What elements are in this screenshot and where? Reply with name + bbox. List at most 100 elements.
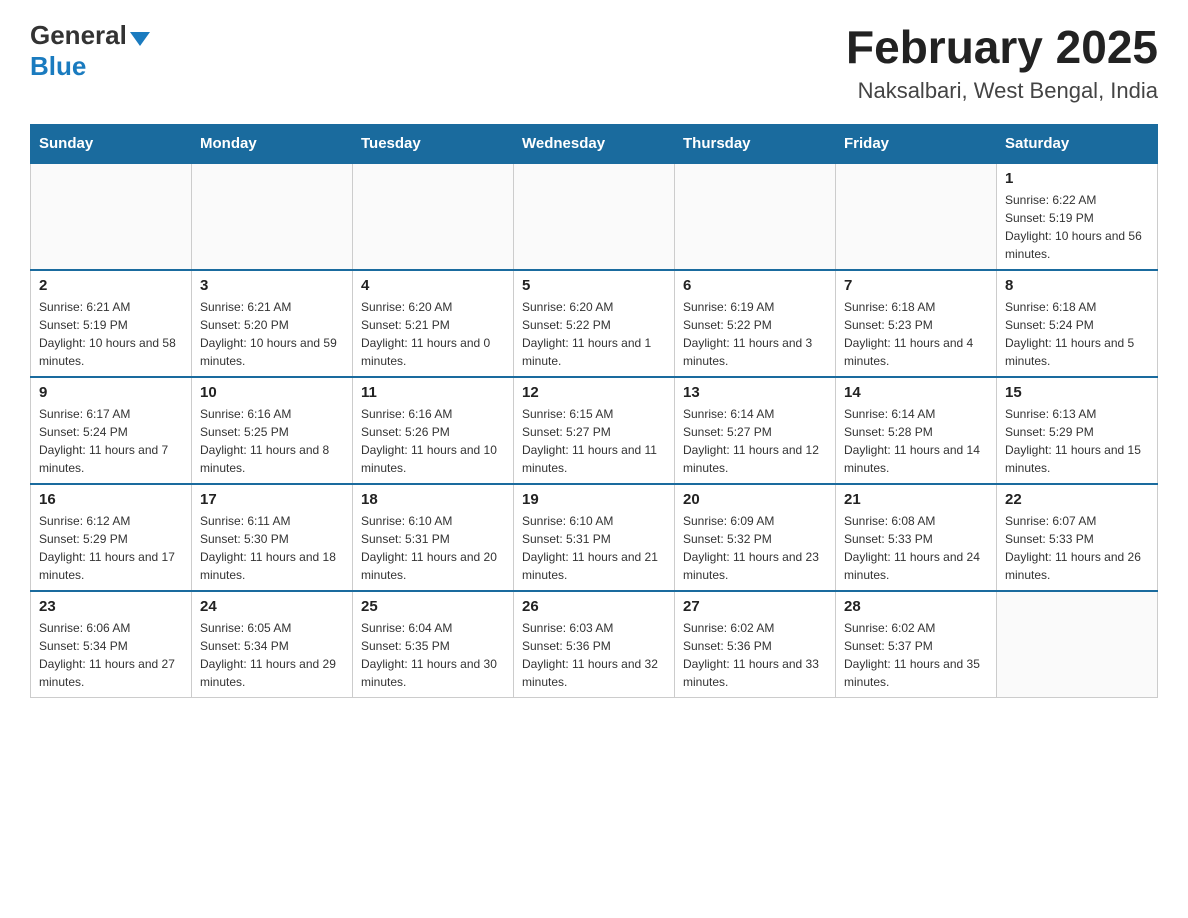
day-number: 6 xyxy=(683,277,827,294)
day-info: Sunrise: 6:10 AM Sunset: 5:31 PM Dayligh… xyxy=(361,512,505,584)
logo-arrow-icon xyxy=(130,32,150,46)
calendar-header-row: SundayMondayTuesdayWednesdayThursdayFrid… xyxy=(31,125,1158,164)
calendar-header-tuesday: Tuesday xyxy=(353,125,514,164)
calendar-cell: 13 Sunrise: 6:14 AM Sunset: 5:27 PM Dayli… xyxy=(675,377,836,484)
calendar-header-sunday: Sunday xyxy=(31,125,192,164)
calendar-cell xyxy=(353,163,514,270)
day-number: 20 xyxy=(683,491,827,508)
day-info: Sunrise: 6:22 AM Sunset: 5:19 PM Dayligh… xyxy=(1005,191,1149,263)
day-info: Sunrise: 6:17 AM Sunset: 5:24 PM Dayligh… xyxy=(39,405,183,477)
calendar-cell: 3Sunrise: 6:21 AM Sunset: 5:20 PM Daylig… xyxy=(192,270,353,377)
calendar-cell: 21 Sunrise: 6:08 AM Sunset: 5:33 PM Dayli… xyxy=(836,484,997,591)
day-info: Sunrise: 6:15 AM Sunset: 5:27 PM Dayligh… xyxy=(522,405,666,477)
day-info: Sunrise: 6:05 AM Sunset: 5:34 PM Dayligh… xyxy=(200,619,344,691)
day-number: 27 xyxy=(683,598,827,615)
calendar-cell: 10 Sunrise: 6:16 AM Sunset: 5:25 PM Dayli… xyxy=(192,377,353,484)
calendar-cell: 15 Sunrise: 6:13 AM Sunset: 5:29 PM Dayli… xyxy=(997,377,1158,484)
calendar-cell: 12Sunrise: 6:15 AM Sunset: 5:27 PM Dayli… xyxy=(514,377,675,484)
day-info: Sunrise: 6:21 AM Sunset: 5:20 PM Dayligh… xyxy=(200,298,344,370)
day-number: 14 xyxy=(844,384,988,401)
calendar-header-monday: Monday xyxy=(192,125,353,164)
day-info: Sunrise: 6:02 AM Sunset: 5:36 PM Dayligh… xyxy=(683,619,827,691)
day-number: 1 xyxy=(1005,170,1149,187)
calendar-cell xyxy=(514,163,675,270)
calendar-week-3: 9 Sunrise: 6:17 AM Sunset: 5:24 PM Daylig… xyxy=(31,377,1158,484)
calendar-header-friday: Friday xyxy=(836,125,997,164)
day-number: 23 xyxy=(39,598,183,615)
day-info: Sunrise: 6:14 AM Sunset: 5:28 PM Dayligh… xyxy=(844,405,988,477)
day-number: 21 xyxy=(844,491,988,508)
day-number: 18 xyxy=(361,491,505,508)
day-info: Sunrise: 6:03 AM Sunset: 5:36 PM Dayligh… xyxy=(522,619,666,691)
calendar-cell: 22Sunrise: 6:07 AM Sunset: 5:33 PM Dayli… xyxy=(997,484,1158,591)
day-number: 9 xyxy=(39,384,183,401)
day-number: 16 xyxy=(39,491,183,508)
day-info: Sunrise: 6:16 AM Sunset: 5:25 PM Dayligh… xyxy=(200,405,344,477)
calendar-cell: 19Sunrise: 6:10 AM Sunset: 5:31 PM Dayli… xyxy=(514,484,675,591)
day-info: Sunrise: 6:19 AM Sunset: 5:22 PM Dayligh… xyxy=(683,298,827,370)
day-info: Sunrise: 6:02 AM Sunset: 5:37 PM Dayligh… xyxy=(844,619,988,691)
day-info: Sunrise: 6:20 AM Sunset: 5:21 PM Dayligh… xyxy=(361,298,505,370)
calendar-cell xyxy=(675,163,836,270)
day-info: Sunrise: 6:14 AM Sunset: 5:27 PM Dayligh… xyxy=(683,405,827,477)
day-number: 19 xyxy=(522,491,666,508)
day-info: Sunrise: 6:06 AM Sunset: 5:34 PM Dayligh… xyxy=(39,619,183,691)
day-info: Sunrise: 6:13 AM Sunset: 5:29 PM Dayligh… xyxy=(1005,405,1149,477)
page-header: General Blue February 2025 Naksalbari, W… xyxy=(30,20,1158,104)
calendar-cell: 20 Sunrise: 6:09 AM Sunset: 5:32 PM Dayli… xyxy=(675,484,836,591)
month-title: February 2025 xyxy=(846,20,1158,74)
day-info: Sunrise: 6:09 AM Sunset: 5:32 PM Dayligh… xyxy=(683,512,827,584)
calendar-cell: 27 Sunrise: 6:02 AM Sunset: 5:36 PM Dayli… xyxy=(675,591,836,698)
logo: General Blue xyxy=(30,20,150,82)
day-number: 28 xyxy=(844,598,988,615)
calendar-cell: 5 Sunrise: 6:20 AM Sunset: 5:22 PM Daylig… xyxy=(514,270,675,377)
calendar-cell: 23 Sunrise: 6:06 AM Sunset: 5:34 PM Dayli… xyxy=(31,591,192,698)
day-info: Sunrise: 6:20 AM Sunset: 5:22 PM Dayligh… xyxy=(522,298,666,370)
calendar-cell xyxy=(192,163,353,270)
day-number: 4 xyxy=(361,277,505,294)
day-number: 7 xyxy=(844,277,988,294)
day-info: Sunrise: 6:08 AM Sunset: 5:33 PM Dayligh… xyxy=(844,512,988,584)
calendar-cell: 2 Sunrise: 6:21 AM Sunset: 5:19 PM Daylig… xyxy=(31,270,192,377)
day-number: 24 xyxy=(200,598,344,615)
calendar-cell: 25Sunrise: 6:04 AM Sunset: 5:35 PM Dayli… xyxy=(353,591,514,698)
calendar-week-4: 16 Sunrise: 6:12 AM Sunset: 5:29 PM Dayli… xyxy=(31,484,1158,591)
calendar-cell: 26 Sunrise: 6:03 AM Sunset: 5:36 PM Dayli… xyxy=(514,591,675,698)
day-number: 8 xyxy=(1005,277,1149,294)
title-block: February 2025 Naksalbari, West Bengal, I… xyxy=(846,20,1158,104)
day-info: Sunrise: 6:18 AM Sunset: 5:24 PM Dayligh… xyxy=(1005,298,1149,370)
calendar-cell: 7 Sunrise: 6:18 AM Sunset: 5:23 PM Daylig… xyxy=(836,270,997,377)
calendar-header-saturday: Saturday xyxy=(997,125,1158,164)
day-number: 26 xyxy=(522,598,666,615)
day-info: Sunrise: 6:21 AM Sunset: 5:19 PM Dayligh… xyxy=(39,298,183,370)
location-title: Naksalbari, West Bengal, India xyxy=(846,78,1158,104)
day-info: Sunrise: 6:11 AM Sunset: 5:30 PM Dayligh… xyxy=(200,512,344,584)
day-info: Sunrise: 6:16 AM Sunset: 5:26 PM Dayligh… xyxy=(361,405,505,477)
calendar-cell: 4 Sunrise: 6:20 AM Sunset: 5:21 PM Daylig… xyxy=(353,270,514,377)
day-number: 10 xyxy=(200,384,344,401)
day-number: 15 xyxy=(1005,384,1149,401)
logo-blue-text: Blue xyxy=(30,51,86,82)
calendar-cell xyxy=(836,163,997,270)
calendar-week-2: 2 Sunrise: 6:21 AM Sunset: 5:19 PM Daylig… xyxy=(31,270,1158,377)
day-info: Sunrise: 6:12 AM Sunset: 5:29 PM Dayligh… xyxy=(39,512,183,584)
calendar-cell xyxy=(997,591,1158,698)
calendar-cell: 1 Sunrise: 6:22 AM Sunset: 5:19 PM Daylig… xyxy=(997,163,1158,270)
day-number: 2 xyxy=(39,277,183,294)
day-number: 11 xyxy=(361,384,505,401)
calendar-cell: 24 Sunrise: 6:05 AM Sunset: 5:34 PM Dayli… xyxy=(192,591,353,698)
calendar-cell: 6 Sunrise: 6:19 AM Sunset: 5:22 PM Daylig… xyxy=(675,270,836,377)
day-info: Sunrise: 6:18 AM Sunset: 5:23 PM Dayligh… xyxy=(844,298,988,370)
calendar-week-1: 1 Sunrise: 6:22 AM Sunset: 5:19 PM Daylig… xyxy=(31,163,1158,270)
day-number: 13 xyxy=(683,384,827,401)
calendar-header-wednesday: Wednesday xyxy=(514,125,675,164)
day-number: 22 xyxy=(1005,491,1149,508)
calendar-cell: 14 Sunrise: 6:14 AM Sunset: 5:28 PM Dayli… xyxy=(836,377,997,484)
calendar-cell xyxy=(31,163,192,270)
calendar-cell: 9 Sunrise: 6:17 AM Sunset: 5:24 PM Daylig… xyxy=(31,377,192,484)
calendar-cell: 18 Sunrise: 6:10 AM Sunset: 5:31 PM Dayli… xyxy=(353,484,514,591)
calendar-cell: 16 Sunrise: 6:12 AM Sunset: 5:29 PM Dayli… xyxy=(31,484,192,591)
logo-general-text: General xyxy=(30,20,127,51)
day-number: 5 xyxy=(522,277,666,294)
calendar-table: SundayMondayTuesdayWednesdayThursdayFrid… xyxy=(30,124,1158,698)
